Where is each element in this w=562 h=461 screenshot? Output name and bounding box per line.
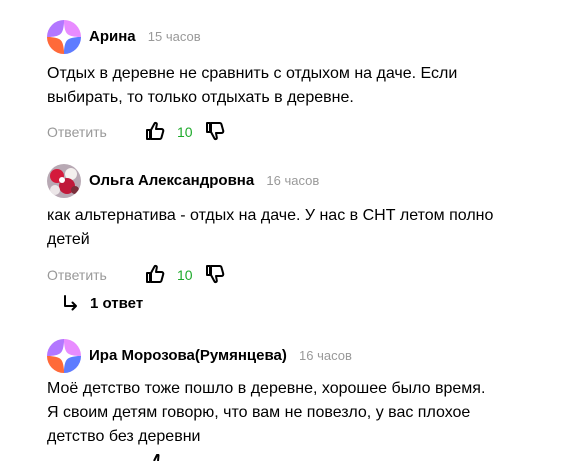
comment-header: Арина 15 часов: [47, 20, 547, 56]
comment: Арина 15 часов Отдых в деревне не сравни…: [47, 20, 547, 146]
comment-time: 16 часов: [266, 173, 320, 188]
thumbs-up-icon[interactable]: [145, 263, 165, 285]
yandex-zen-avatar-icon[interactable]: [47, 20, 81, 54]
comment-actions: Ответить 10: [47, 263, 547, 289]
yandex-zen-avatar-icon[interactable]: [47, 339, 81, 373]
like-count: 10: [177, 124, 193, 140]
comment-header: Ольга Александровна 16 часов: [47, 164, 547, 200]
replies-count: 1 ответ: [90, 294, 144, 312]
thumbs-down-icon[interactable]: [205, 120, 225, 142]
thumbs-up-icon[interactable]: [150, 454, 164, 461]
comment-text: как альтернатива - отдых на даче. У нас …: [47, 207, 494, 248]
comment: Ольга Александровна 16 часов как альтерн…: [47, 164, 547, 289]
thumbs-down-icon[interactable]: [205, 263, 225, 285]
reply-arrow-icon: [64, 295, 77, 311]
comment-actions: Ответить 10: [47, 120, 547, 146]
comment-header: Ира Морозова(Румянцева) 16 часов: [47, 339, 547, 375]
comment-time: 16 часов: [299, 348, 352, 363]
comment-text: Моё детство тоже пошло в деревне, хороше…: [47, 380, 486, 445]
author-name[interactable]: Ира Морозова(Румянцева) 16 часов: [89, 347, 352, 364]
comment-time: 15 часов: [147, 29, 201, 44]
author-name[interactable]: Ольга Александровна 16 часов: [89, 172, 319, 189]
reply-button[interactable]: Ответить: [47, 124, 107, 140]
author-name-text: Ольга Александровна: [89, 172, 255, 189]
thumbs-up-icon[interactable]: [145, 120, 165, 142]
reply-button[interactable]: Ответить: [47, 267, 107, 283]
author-name-text: Ира Морозова(Румянцева): [89, 347, 287, 364]
author-name-text: Арина: [89, 28, 136, 45]
comment-text: Отдых в деревне не сравнить с отдыхом на…: [47, 65, 458, 106]
author-name[interactable]: Арина 15 часов: [89, 28, 201, 45]
like-count: 10: [177, 267, 193, 283]
show-replies-button[interactable]: 1 ответ: [63, 293, 143, 313]
comment: Ира Морозова(Румянцева) 16 часов Моё дет…: [47, 339, 547, 449]
avatar[interactable]: [47, 164, 81, 198]
